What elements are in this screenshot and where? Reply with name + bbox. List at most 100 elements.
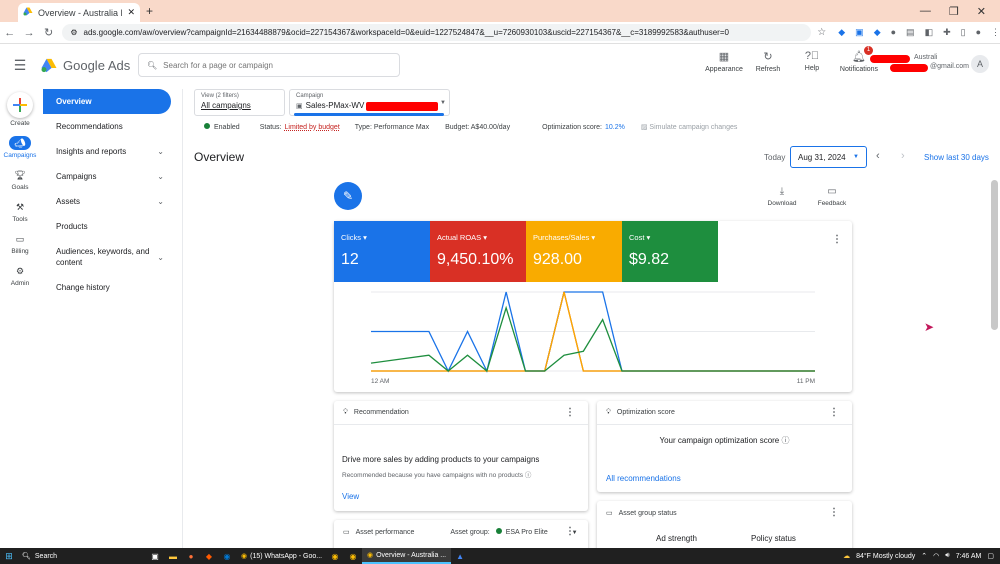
view-filter[interactable]: View (2 filters) All campaigns bbox=[194, 89, 285, 116]
extensions-area: ◆ ▣ ◆ ● ▤ ◧ ✚ ▯ ● ⋮ bbox=[838, 27, 1000, 38]
chrome-icon[interactable]: ◉ bbox=[326, 552, 344, 561]
minimize-icon[interactable]: — bbox=[920, 5, 931, 18]
rail-goals[interactable]: 🏆︎ Goals bbox=[0, 168, 40, 192]
taskbar-search[interactable]: 🔍︎ Search bbox=[18, 552, 146, 561]
all-recommendations-link[interactable]: All recommendations bbox=[606, 474, 681, 483]
nav-products[interactable]: Products bbox=[43, 214, 182, 239]
metric-clicks[interactable]: Clicks ▾ 12 bbox=[334, 221, 430, 282]
feedback-button[interactable]: ▭ Feedback bbox=[812, 186, 852, 207]
wifi-icon[interactable]: ◠ bbox=[933, 552, 939, 560]
chart-more-options-icon[interactable]: ⋮ bbox=[832, 234, 842, 245]
search-input[interactable] bbox=[163, 60, 384, 70]
maximize-icon[interactable]: ❐ bbox=[949, 5, 959, 18]
puzzle-icon[interactable]: ✚ bbox=[943, 27, 951, 38]
extension-icon[interactable]: ▤ bbox=[906, 27, 915, 38]
windows-start-icon[interactable]: ⊞ bbox=[0, 551, 18, 562]
nav-change-history[interactable]: Change history bbox=[43, 275, 182, 300]
metric-value: $9.82 bbox=[629, 251, 670, 268]
metric-purchases[interactable]: Purchases/Sales ▾ 928.00 bbox=[526, 221, 622, 282]
google-ads-icon[interactable]: ▲ bbox=[451, 552, 469, 561]
rail-admin[interactable]: ⚙ Admin bbox=[0, 264, 40, 288]
date-picker[interactable]: Aug 31, 2024 ▼ bbox=[790, 146, 867, 168]
nav-campaigns[interactable]: Campaigns ⌄ bbox=[43, 164, 182, 189]
view-recommendation-link[interactable]: View bbox=[334, 479, 588, 501]
optimization-more-options-icon[interactable]: ⋮ bbox=[829, 407, 839, 418]
extension-icon[interactable]: ◧ bbox=[925, 27, 934, 38]
sidebar-icon[interactable]: ▯ bbox=[961, 27, 966, 38]
nav-overview[interactable]: Overview bbox=[43, 89, 171, 114]
extension-icon[interactable]: ◆ bbox=[874, 27, 881, 38]
reload-icon[interactable]: ↻ bbox=[39, 26, 58, 39]
redaction-mark bbox=[366, 102, 438, 111]
profile-icon[interactable]: ● bbox=[976, 27, 981, 38]
refresh-button[interactable]: ↻ Refresh bbox=[750, 50, 786, 73]
rail-campaigns[interactable]: 📣︎ Campaigns bbox=[0, 136, 40, 159]
simulate-changes-button[interactable]: ▨ Simulate campaign changes bbox=[641, 123, 738, 131]
url-text: ads.google.com/aw/overview?campaignId=21… bbox=[83, 28, 729, 37]
asset-icon: ▭ bbox=[606, 510, 613, 517]
page-scrollbar[interactable] bbox=[991, 180, 998, 330]
menu-dots-icon[interactable]: ⋮ bbox=[991, 27, 1000, 38]
show-last-30-days-link[interactable]: Show last 30 days bbox=[924, 153, 989, 162]
taskbar-overview[interactable]: ◉ Overview - Australia ... bbox=[362, 548, 452, 564]
tray-icon[interactable]: ⌃ bbox=[921, 552, 927, 560]
nav-recommendations[interactable]: Recommendations bbox=[43, 114, 182, 139]
edit-pencil-button[interactable]: ✎ bbox=[334, 182, 362, 210]
new-tab-icon[interactable]: + bbox=[146, 4, 153, 18]
asset-group-status-more-options-icon[interactable]: ⋮ bbox=[829, 507, 839, 518]
notifications-tray-icon[interactable]: ▢ bbox=[987, 552, 994, 560]
campaign-status-bar: Enabled Status: Limited by budget Type: … bbox=[204, 123, 737, 131]
forward-icon[interactable]: → bbox=[19, 27, 38, 39]
appearance-button[interactable]: ▦ Appearance bbox=[705, 50, 743, 73]
next-date-icon[interactable]: › bbox=[901, 150, 905, 162]
download-button[interactable]: ⤓ Download bbox=[762, 186, 802, 207]
close-tab-icon[interactable]: ✕ bbox=[127, 7, 135, 18]
task-view-icon[interactable]: ▣ bbox=[146, 552, 164, 561]
volume-icon[interactable]: 🔊︎ bbox=[945, 552, 949, 560]
bookmark-star-icon[interactable]: ☆ bbox=[817, 27, 826, 38]
rail-create[interactable]: Create bbox=[0, 86, 40, 127]
extension-icon[interactable]: ▣ bbox=[855, 27, 864, 38]
close-window-icon[interactable]: ✕ bbox=[977, 5, 986, 18]
limited-by-budget-link[interactable]: Limited by budget bbox=[285, 124, 340, 131]
chevron-down-icon: ⌄ bbox=[157, 197, 164, 206]
optimization-score-link[interactable]: 10.2% bbox=[605, 124, 625, 131]
rail-billing[interactable]: ▭ Billing bbox=[0, 232, 40, 256]
feedback-icon: ▭ bbox=[827, 186, 837, 197]
nav-assets[interactable]: Assets ⌄ bbox=[43, 189, 182, 214]
help-icon[interactable]: ⓘ bbox=[782, 436, 790, 445]
avatar[interactable]: A bbox=[971, 55, 989, 73]
url-field[interactable]: ⚙ ads.google.com/aw/overview?campaignId=… bbox=[62, 24, 812, 41]
info-icon[interactable]: ⓘ bbox=[525, 472, 532, 479]
status-dot-icon bbox=[204, 123, 210, 129]
recommendation-more-options-icon[interactable]: ⋮ bbox=[565, 407, 575, 418]
metric-actual-roas[interactable]: Actual ROAS ▾ 9,450.10% bbox=[430, 221, 526, 282]
taskbar-whatsapp[interactable]: ◉ (15) WhatsApp - Goo... bbox=[236, 552, 326, 561]
hamburger-menu-icon[interactable]: ☰ bbox=[0, 57, 40, 74]
site-info-icon[interactable]: ⚙ bbox=[70, 28, 77, 37]
app-icon[interactable]: ◉ bbox=[218, 552, 236, 561]
chrome-icon[interactable]: ◉ bbox=[344, 552, 362, 561]
extension-icon[interactable]: ● bbox=[891, 27, 896, 38]
search-box[interactable]: 🔍︎ bbox=[138, 53, 400, 77]
enabled-status[interactable]: Enabled bbox=[204, 123, 240, 131]
google-ads-logo[interactable]: Google Ads bbox=[40, 58, 138, 73]
rail-tools[interactable]: ⚒ Tools bbox=[0, 200, 40, 224]
chevron-down-icon: ▾ bbox=[646, 233, 651, 242]
metric-cost[interactable]: Cost ▾ $9.82 bbox=[622, 221, 718, 282]
file-explorer-icon[interactable]: ▬ bbox=[164, 552, 182, 561]
app-icon[interactable]: ◆ bbox=[200, 552, 218, 561]
extension-icon[interactable]: ◆ bbox=[838, 27, 845, 38]
lightbulb-icon: 💡︎ bbox=[606, 408, 611, 416]
help-icon: ?⃝ bbox=[804, 50, 820, 62]
back-icon[interactable]: ← bbox=[0, 27, 19, 39]
product-name: Google Ads bbox=[63, 57, 131, 73]
nav-insights[interactable]: Insights and reports ⌄ bbox=[43, 139, 182, 164]
browser-tab[interactable]: Overview - Australia Hoverbo… ✕ bbox=[18, 3, 140, 22]
campaign-selector[interactable]: Campaign ▣ Sales-PMax-WV ▼ bbox=[289, 89, 450, 116]
firefox-icon[interactable]: ● bbox=[182, 552, 200, 561]
help-button[interactable]: ?⃝ Help bbox=[794, 50, 830, 73]
prev-date-icon[interactable]: ‹ bbox=[876, 150, 880, 162]
nav-audiences[interactable]: Audiences, keywords, and content ⌄ bbox=[43, 239, 182, 275]
asset-performance-more-options-icon[interactable]: ⋮ bbox=[565, 526, 575, 537]
